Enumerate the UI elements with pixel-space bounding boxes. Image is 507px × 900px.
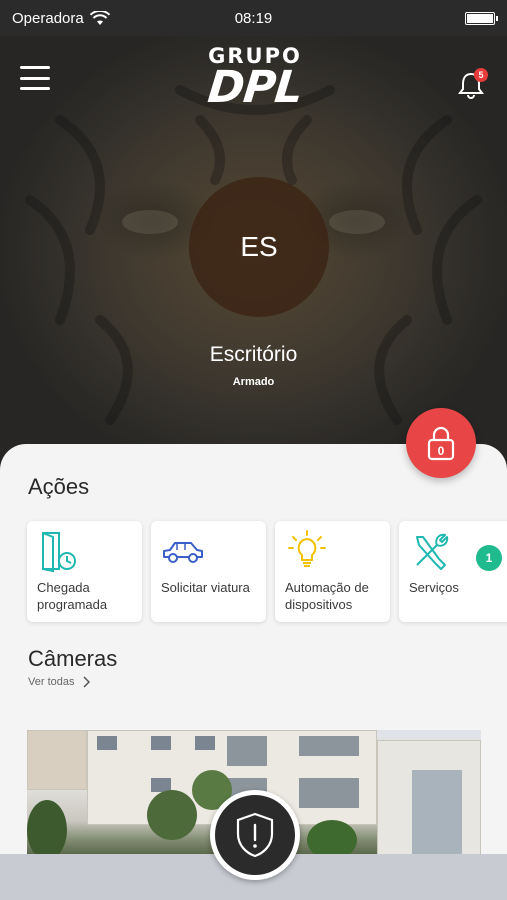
services-badge: 1 <box>476 545 502 571</box>
company-logo: GRUPO DPL <box>170 44 340 113</box>
menu-button[interactable] <box>20 66 50 90</box>
actions-title: Ações <box>28 474 90 499</box>
see-all-cameras-link[interactable]: Ver todas <box>28 676 91 688</box>
arm-lock-button[interactable]: 0 <box>406 408 476 478</box>
notification-badge: 5 <box>474 68 488 82</box>
carrier-label: Operadora <box>12 9 84 27</box>
door-clock-icon <box>42 532 76 573</box>
action-card-services[interactable]: Serviços <box>399 521 507 622</box>
chevron-right-icon <box>83 676 91 688</box>
action-card-request-vehicle[interactable]: Solicitar viatura <box>151 521 266 622</box>
lock-count: 0 <box>437 444 445 458</box>
action-card-device-automation[interactable]: Automação de dispositivos <box>275 521 390 622</box>
car-icon <box>163 542 203 563</box>
action-label: Solicitar viatura <box>161 580 250 595</box>
lightbulb-icon <box>288 530 326 567</box>
site-status: Armado <box>232 376 275 388</box>
status-bar: Operadora 08:19 <box>0 0 507 36</box>
cameras-title: Câmeras <box>28 646 118 671</box>
see-all-label: Ver todas <box>28 676 75 688</box>
logo-line2: DPL <box>205 62 305 113</box>
actions-carousel[interactable]: Chegada programada Solicitar viatura Aut… <box>27 521 507 624</box>
tools-icon <box>416 533 449 570</box>
site-initials: ES <box>240 231 278 262</box>
action-card-scheduled-arrival[interactable]: Chegada programada <box>27 521 142 622</box>
battery-icon <box>465 11 498 25</box>
action-label: Chegada programada <box>37 580 108 612</box>
shield-alert-icon <box>236 812 274 858</box>
panic-button[interactable] <box>210 790 300 880</box>
site-name: Escritório <box>209 343 298 366</box>
action-label: Automação de dispositivos <box>285 580 369 612</box>
action-label: Serviços <box>409 580 459 595</box>
wifi-icon <box>89 10 110 25</box>
site-initials-circle[interactable]: ES <box>189 177 329 317</box>
